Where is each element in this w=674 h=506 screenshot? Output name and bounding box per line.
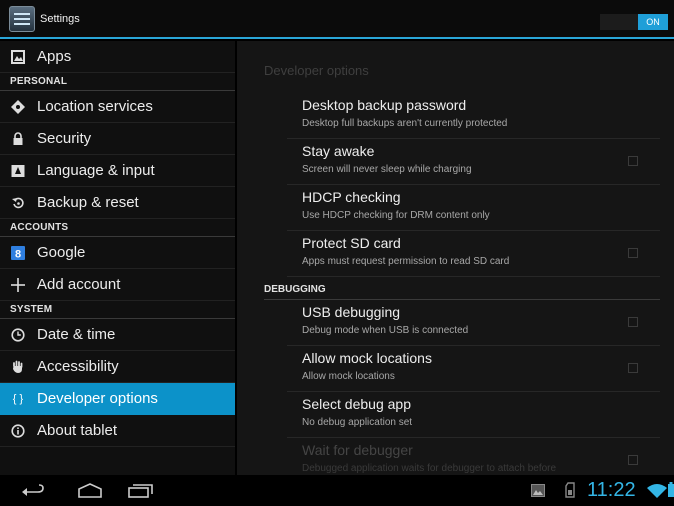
pref-summary: Allow mock locations — [302, 371, 395, 382]
section-header-debugging: DEBUGGING — [264, 283, 660, 300]
sidebar-item-security[interactable]: Security — [0, 123, 235, 155]
wifi-icon — [647, 484, 667, 498]
toggle-on-label: ON — [638, 14, 668, 30]
stay-awake-checkbox[interactable] — [628, 156, 638, 166]
allow-mock-locations-checkbox[interactable] — [628, 363, 638, 373]
sidebar-item-label: Location services — [37, 98, 153, 115]
clock-icon — [11, 328, 25, 342]
google-icon: 8 — [11, 246, 25, 261]
plus-icon — [11, 278, 25, 292]
sidebar-item-language-input[interactable]: Language & input — [0, 155, 235, 187]
svg-text:8: 8 — [15, 249, 21, 261]
battery-icon — [668, 482, 674, 497]
usb-debugging-checkbox[interactable] — [628, 317, 638, 327]
pref-wait-for-debugger: Wait for debugger Debugged application w… — [287, 438, 660, 475]
backup-icon — [11, 196, 25, 210]
sidebar-item-label: About tablet — [37, 422, 118, 439]
screenshot-notification-icon[interactable] — [531, 484, 545, 497]
sidebar-item-label: Security — [37, 130, 92, 147]
pref-usb-debugging[interactable]: USB debugging Debug mode when USB is con… — [287, 300, 660, 346]
home-icon[interactable] — [77, 483, 103, 498]
sd-card-icon[interactable] — [565, 482, 575, 498]
sidebar-item-backup-reset[interactable]: Backup & reset — [0, 187, 235, 219]
pref-summary: Debug mode when USB is connected — [302, 325, 469, 336]
back-icon[interactable] — [22, 484, 46, 498]
status-clock: 11:22 — [587, 479, 636, 501]
sidebar-item-developer-options[interactable]: { } Developer options — [0, 383, 235, 415]
lock-icon — [11, 132, 25, 146]
hand-icon — [11, 360, 25, 374]
recent-apps-icon[interactable] — [128, 483, 154, 498]
pref-title: Wait for debugger — [302, 442, 413, 458]
developer-options-toggle[interactable]: ON — [600, 14, 668, 30]
sidebar-item-add-account[interactable]: Add account — [0, 269, 235, 301]
section-header-personal: PERSONAL — [0, 73, 235, 91]
pref-title: Stay awake — [302, 143, 375, 159]
pref-title: Protect SD card — [302, 235, 401, 251]
developer-options-panel: Developer options Desktop backup passwor… — [237, 41, 674, 475]
pref-summary: Debugged application waits for debugger … — [302, 463, 557, 474]
sidebar-item-label: Add account — [37, 276, 121, 293]
pref-select-debug-app[interactable]: Select debug app No debug application se… — [287, 392, 660, 438]
section-header-system: SYSTEM — [0, 301, 235, 319]
pref-desktop-backup-password[interactable]: Desktop backup password Desktop full bac… — [287, 93, 660, 139]
system-navigation-bar: 11:22 — [0, 475, 674, 506]
sidebar-item-apps[interactable]: Apps — [0, 41, 235, 73]
sidebar-item-label: Accessibility — [37, 358, 119, 375]
sidebar-item-label: Language & input — [37, 162, 155, 179]
section-header-accounts: ACCOUNTS — [0, 219, 235, 237]
wait-for-debugger-checkbox — [628, 455, 638, 465]
sidebar-item-about-tablet[interactable]: About tablet — [0, 415, 235, 447]
protect-sd-card-checkbox[interactable] — [628, 248, 638, 258]
sidebar-item-date-time[interactable]: Date & time — [0, 319, 235, 351]
pref-hdcp-checking[interactable]: HDCP checking Use HDCP checking for DRM … — [287, 185, 660, 231]
pref-stay-awake[interactable]: Stay awake Screen will never sleep while… — [287, 139, 660, 185]
sidebar-item-location-services[interactable]: Location services — [0, 91, 235, 123]
app-title: Settings — [40, 13, 80, 25]
pref-allow-mock-locations[interactable]: Allow mock locations Allow mock location… — [287, 346, 660, 392]
pref-summary: Apps must request permission to read SD … — [302, 256, 510, 267]
settings-sidebar: Apps PERSONAL Location services Security… — [0, 41, 235, 475]
pref-title: USB debugging — [302, 304, 401, 320]
settings-app-icon[interactable] — [9, 6, 35, 32]
action-bar: Settings ON — [0, 0, 674, 39]
sidebar-item-label: Apps — [37, 48, 72, 65]
tablet-screen: Settings ON Apps PERSONAL Location servi… — [0, 0, 674, 506]
pref-summary: Screen will never sleep while charging — [302, 164, 472, 175]
sidebar-item-label: Google — [37, 244, 86, 261]
pref-title: Select debug app — [302, 396, 411, 412]
pref-summary: Use HDCP checking for DRM content only — [302, 210, 490, 221]
pref-title: Allow mock locations — [302, 350, 432, 366]
sidebar-item-accessibility[interactable]: Accessibility — [0, 351, 235, 383]
pref-protect-sd-card[interactable]: Protect SD card Apps must request permis… — [287, 231, 660, 277]
pref-title: Desktop backup password — [302, 97, 467, 113]
keyboard-icon — [11, 164, 25, 178]
sidebar-item-google[interactable]: 8 Google — [0, 237, 235, 269]
info-icon — [11, 424, 25, 438]
sidebar-item-label: Backup & reset — [37, 194, 139, 211]
braces-icon: { } — [12, 393, 24, 405]
pref-summary: No debug application set — [302, 417, 413, 428]
apps-icon — [11, 50, 25, 64]
sidebar-item-label: Date & time — [37, 326, 116, 343]
pref-summary: Desktop full backups aren't currently pr… — [302, 118, 508, 129]
page-title: Developer options — [264, 63, 369, 78]
location-icon — [11, 100, 25, 114]
sidebar-item-label: Developer options — [37, 390, 158, 407]
pref-title: HDCP checking — [302, 189, 401, 205]
